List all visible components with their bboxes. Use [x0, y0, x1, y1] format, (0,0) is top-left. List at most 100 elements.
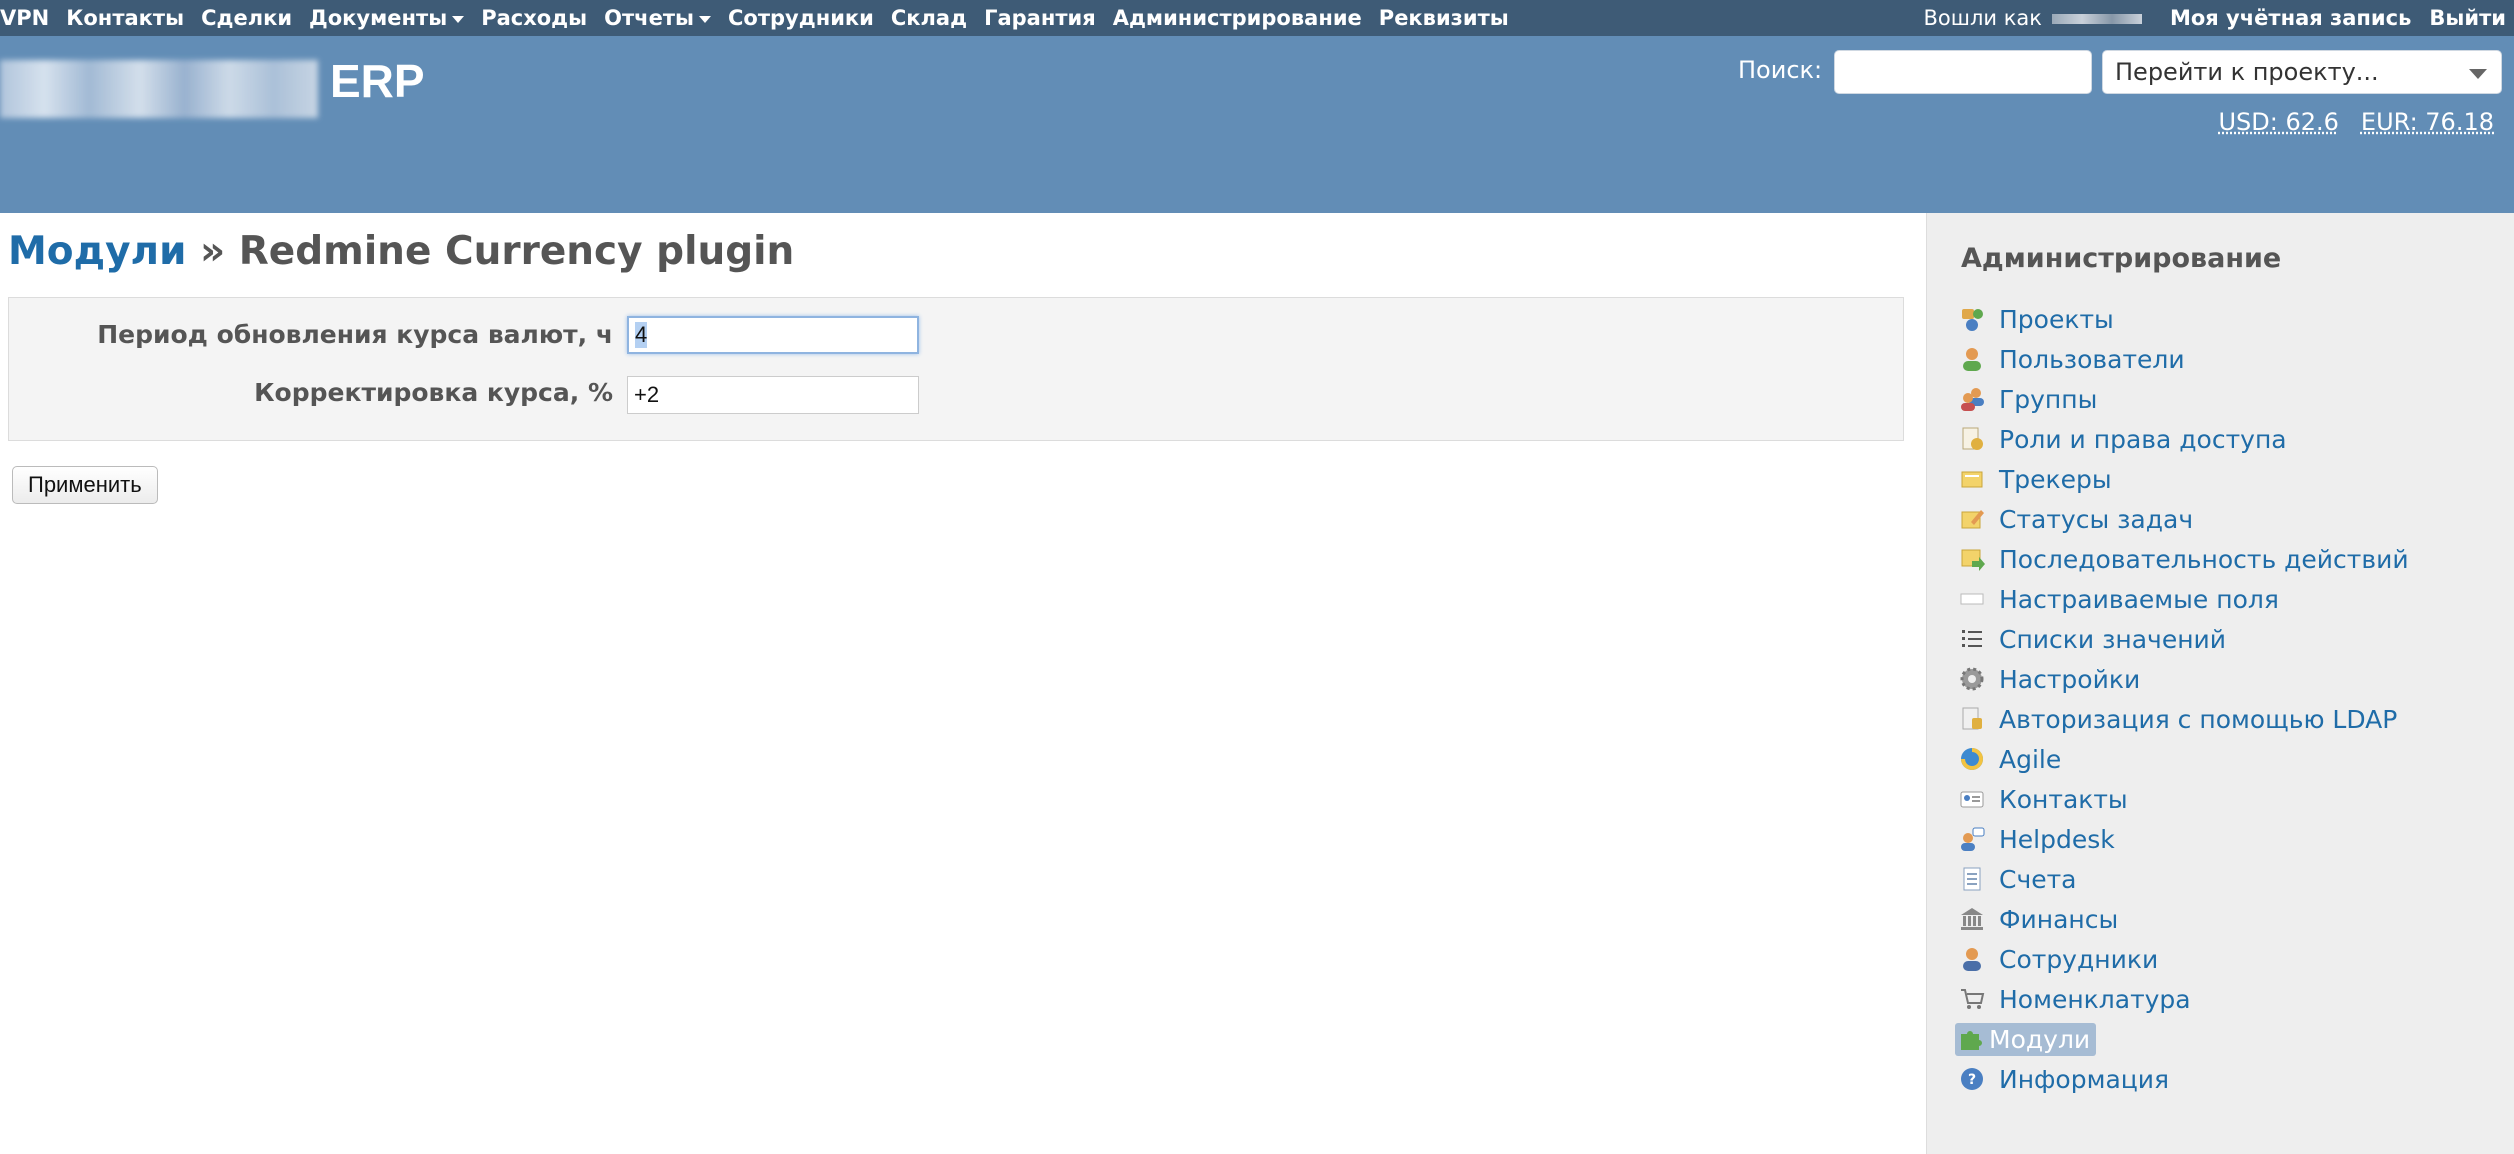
sidebar-item-label: Номенклатура: [1999, 984, 2191, 1014]
sidebar-item-label: Сотрудники: [1999, 944, 2159, 974]
sidebar-item-enumerations[interactable]: Списки значений: [1959, 619, 2409, 659]
top-menu-item-warranty[interactable]: Гарантия: [984, 6, 1096, 30]
period-label: Период обновления курса валют, ч: [97, 320, 613, 349]
project-jump-select[interactable]: Перейти к проекту...: [2102, 50, 2502, 94]
sidebar-item-label: Пользователи: [1999, 344, 2185, 374]
sidebar-item-finances[interactable]: Финансы: [1959, 899, 2409, 939]
period-value: 4: [635, 322, 648, 348]
main-content: Модули » Redmine Currency plugin Период …: [0, 213, 1926, 1154]
top-menu-item-administration[interactable]: Администрирование: [1113, 6, 1362, 30]
projects-icon: [1959, 306, 1985, 332]
cart-icon: [1959, 986, 1985, 1012]
sidebar-item-settings[interactable]: Настройки: [1959, 659, 2409, 699]
tracker-icon: [1959, 466, 1985, 492]
breadcrumb-separator: »: [200, 229, 226, 274]
top-menu-item-documents[interactable]: Документы: [309, 6, 465, 30]
top-menu: VPN Контакты Сделки Документы Расходы От…: [0, 0, 2514, 36]
status-icon: [1959, 506, 1985, 532]
account-menu: Вошли как Моя учётная запись Выйти: [1923, 0, 2506, 36]
blurred-username[interactable]: [2051, 14, 2142, 24]
blurred-logo: [0, 60, 318, 118]
sidebar-item-info[interactable]: ? Информация: [1959, 1059, 2409, 1099]
sidebar-item-projects[interactable]: Проекты: [1959, 299, 2409, 339]
sidebar-item-label: Информация: [1999, 1064, 2170, 1094]
sidebar-item-custom-fields[interactable]: Настраиваемые поля: [1959, 579, 2409, 619]
sidebar-item-label: Счета: [1999, 864, 2077, 894]
sidebar-item-agile[interactable]: Agile: [1959, 739, 2409, 779]
helpdesk-icon: [1959, 826, 1985, 852]
user-icon: [1959, 346, 1985, 372]
project-jump-label: Перейти к проекту...: [2115, 58, 2379, 86]
sidebar-item-workflow[interactable]: Последовательность действий: [1959, 539, 2409, 579]
sidebar-item-statuses[interactable]: Статусы задач: [1959, 499, 2409, 539]
apply-button[interactable]: Применить: [12, 466, 158, 504]
sidebar-item-helpdesk[interactable]: Helpdesk: [1959, 819, 2409, 859]
sidebar-item-users[interactable]: Пользователи: [1959, 339, 2409, 379]
sidebar-item-trackers[interactable]: Трекеры: [1959, 459, 2409, 499]
top-menu-items: VPN Контакты Сделки Документы Расходы От…: [0, 0, 1526, 36]
search-label: Поиск:: [1738, 56, 1823, 84]
correction-input[interactable]: +2: [627, 376, 919, 414]
sidebar-item-ldap[interactable]: Авторизация с помощью LDAP: [1959, 699, 2409, 739]
admin-menu: Проекты Пользователи Группы Роли и права…: [1955, 299, 2409, 1099]
gear-icon: [1959, 666, 1985, 692]
correction-label: Корректировка курса, %: [254, 378, 613, 407]
contacts-icon: [1959, 786, 1985, 812]
plugin-icon: [1957, 1026, 1983, 1052]
top-menu-item-contacts[interactable]: Контакты: [66, 6, 184, 30]
sidebar-item-groups[interactable]: Группы: [1959, 379, 2409, 419]
employee-icon: [1959, 946, 1985, 972]
currency-rates: USD: 62.6 EUR: 76.18: [2218, 108, 2494, 136]
chevron-down-icon: [699, 15, 711, 23]
sidebar-item-label: Agile: [1999, 744, 2062, 774]
sidebar-item-label: Настройки: [1999, 664, 2141, 694]
workflow-icon: [1959, 546, 1985, 572]
chevron-down-icon: [452, 15, 465, 23]
top-menu-item-warehouse[interactable]: Склад: [891, 6, 967, 30]
top-menu-item-reports[interactable]: Отчеты: [604, 6, 711, 30]
sidebar-item-label: Последовательность действий: [1999, 544, 2409, 574]
bank-icon: [1959, 906, 1985, 932]
sidebar-item-employees[interactable]: Сотрудники: [1959, 939, 2409, 979]
sidebar-item-label: Статусы задач: [1999, 504, 2194, 534]
sidebar-item-label: Списки значений: [1999, 624, 2227, 654]
top-menu-item-reports-label: Отчеты: [604, 6, 694, 30]
top-menu-item-employees[interactable]: Сотрудники: [728, 6, 874, 30]
info-icon: ?: [1959, 1066, 1985, 1092]
top-menu-item-expenses[interactable]: Расходы: [481, 6, 587, 30]
sidebar-item-label: Группы: [1999, 384, 2098, 414]
sidebar-item-label: Модули: [1989, 1024, 2091, 1054]
sidebar-item-label: Авторизация с помощью LDAP: [1999, 704, 2398, 734]
selected-highlight: Модули: [1955, 1022, 2097, 1056]
sidebar-item-label: Контакты: [1999, 784, 2128, 814]
eur-rate[interactable]: EUR: 76.18: [2361, 108, 2494, 136]
sidebar-item-plugins[interactable]: Модули: [1955, 1019, 2409, 1059]
settings-box: Период обновления курса валют, ч 4 Корре…: [8, 297, 1904, 441]
sidebar-item-label: Helpdesk: [1999, 824, 2115, 854]
sidebar-item-contacts[interactable]: Контакты: [1959, 779, 2409, 819]
logout-link[interactable]: Выйти: [2429, 6, 2506, 30]
top-menu-item-vpn[interactable]: VPN: [0, 6, 49, 30]
period-input[interactable]: 4: [627, 316, 919, 354]
sidebar: Администрирование Проекты Пользователи Г…: [1926, 213, 2514, 1154]
sidebar-item-roles[interactable]: Роли и права доступа: [1959, 419, 2409, 459]
usd-rate[interactable]: USD: 62.6: [2218, 108, 2338, 136]
sidebar-item-nomenclature[interactable]: Номенклатура: [1959, 979, 2409, 1019]
sidebar-item-invoices[interactable]: Счета: [1959, 859, 2409, 899]
invoice-icon: [1959, 866, 1985, 892]
top-menu-item-deals[interactable]: Сделки: [201, 6, 292, 30]
sidebar-title: Администрирование: [1961, 243, 2282, 274]
top-menu-item-documents-label: Документы: [309, 6, 448, 30]
svg-text:?: ?: [1968, 1072, 1976, 1088]
page-title: Модули » Redmine Currency plugin: [8, 229, 794, 274]
chevron-down-icon: [2469, 69, 2487, 79]
top-menu-item-requisites[interactable]: Реквизиты: [1379, 6, 1509, 30]
my-account-link[interactable]: Моя учётная запись: [2170, 6, 2411, 30]
search-input[interactable]: [1834, 50, 2092, 94]
sidebar-item-label: Проекты: [1999, 304, 2114, 334]
ldap-icon: [1959, 706, 1985, 732]
site-name[interactable]: ERP: [330, 54, 425, 108]
roles-icon: [1959, 426, 1985, 452]
plugin-title: Redmine Currency plugin: [238, 229, 795, 274]
breadcrumb-modules-link[interactable]: Модули: [8, 229, 186, 274]
